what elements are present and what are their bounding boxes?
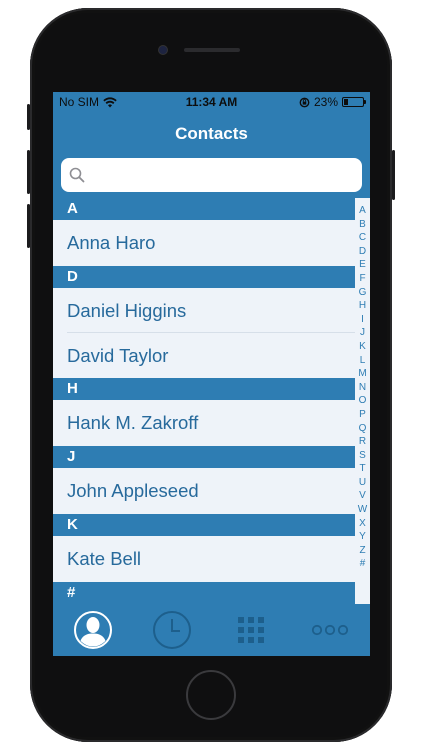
index-letter[interactable]: I — [361, 313, 364, 327]
index-letter[interactable]: B — [359, 218, 366, 232]
contacts-tab[interactable] — [53, 604, 132, 656]
index-letter[interactable]: K — [359, 340, 366, 354]
index-letter[interactable]: P — [359, 408, 366, 422]
index-letter[interactable]: Q — [359, 422, 367, 436]
index-letter[interactable]: L — [360, 354, 366, 368]
search-bar — [53, 156, 370, 198]
index-letter[interactable]: # — [360, 557, 366, 571]
orientation-lock-icon — [299, 97, 310, 107]
index-letter[interactable]: S — [359, 449, 366, 463]
index-letter[interactable]: W — [358, 503, 367, 517]
index-letter[interactable]: H — [359, 299, 366, 313]
search-input[interactable] — [91, 158, 356, 192]
contact-row[interactable]: Kate Bell — [53, 536, 355, 582]
section-header: H — [53, 378, 355, 400]
index-letter[interactable]: C — [359, 231, 366, 245]
index-letter[interactable]: D — [359, 245, 366, 259]
section-header: A — [53, 198, 355, 220]
index-letter[interactable]: U — [359, 476, 366, 490]
more-icon — [312, 624, 349, 636]
index-letter[interactable]: Z — [359, 544, 365, 558]
index-letter[interactable]: M — [358, 367, 366, 381]
clock-icon — [152, 611, 191, 649]
battery-level-fill — [344, 99, 349, 105]
volume-down-button — [27, 204, 30, 248]
index-letter[interactable]: J — [360, 326, 365, 340]
silent-switch — [27, 104, 30, 130]
section-header: J — [53, 446, 355, 468]
keypad-tab[interactable] — [212, 604, 291, 656]
section-header: K — [53, 514, 355, 536]
battery-percent: 23% — [313, 95, 338, 109]
earpiece-speaker — [184, 48, 240, 52]
index-letter[interactable]: T — [359, 462, 365, 476]
index-letter[interactable]: R — [359, 435, 366, 449]
index-letter[interactable]: X — [359, 517, 366, 531]
battery-icon — [342, 97, 366, 107]
app-screen: No SIM 11:34 AM 23% Contacts A Anna Haro… — [53, 92, 370, 656]
index-letter[interactable]: A — [359, 204, 366, 218]
contact-row[interactable]: Anna Haro — [53, 220, 355, 266]
section-index[interactable]: A B C D E F G H I J K L M N O P Q R S T U V W X Y Z # — [355, 198, 370, 588]
tab-bar — [53, 604, 370, 656]
contact-list[interactable]: A Anna Haro D Daniel Higgins David Taylor H Ha… — [53, 198, 355, 604]
person-icon — [73, 611, 112, 649]
index-letter[interactable]: O — [359, 394, 367, 408]
status-bar: No SIM 11:34 AM 23% — [53, 92, 370, 112]
index-letter[interactable]: E — [359, 258, 366, 272]
index-letter[interactable]: G — [359, 286, 367, 300]
front-camera — [159, 46, 167, 54]
contact-row[interactable]: Hank M. Zakroff — [53, 400, 355, 446]
contact-row[interactable]: David Taylor — [53, 333, 355, 378]
page-title: Contacts — [53, 112, 370, 156]
search-field-container[interactable] — [61, 158, 362, 192]
home-button[interactable] — [186, 670, 236, 720]
index-letter[interactable]: N — [359, 381, 366, 395]
search-icon — [69, 167, 85, 183]
section-header: D — [53, 266, 355, 288]
index-letter[interactable]: F — [359, 272, 365, 286]
section-header: # — [53, 582, 355, 604]
index-letter[interactable]: V — [359, 489, 366, 503]
keypad-icon — [238, 617, 265, 643]
recents-tab[interactable] — [132, 604, 211, 656]
volume-up-button — [27, 150, 30, 194]
contact-row[interactable]: John Appleseed — [53, 468, 355, 514]
contact-row[interactable]: Daniel Higgins — [53, 288, 355, 333]
index-letter[interactable]: Y — [359, 530, 366, 544]
power-button — [392, 150, 395, 200]
more-tab[interactable] — [291, 604, 370, 656]
status-right: 23% — [299, 95, 366, 109]
